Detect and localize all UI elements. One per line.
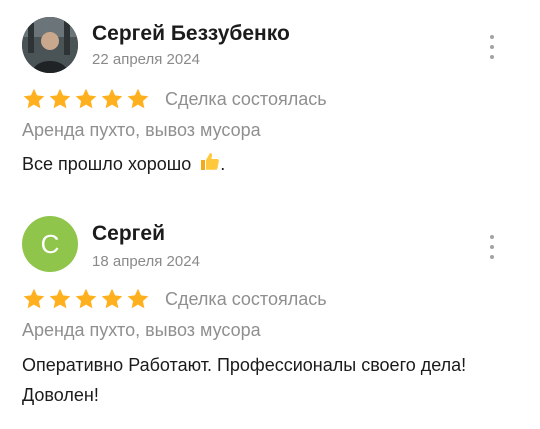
star-icon bbox=[49, 288, 71, 309]
more-options-icon[interactable] bbox=[484, 235, 500, 259]
deal-status: Сделка состоялась bbox=[165, 289, 327, 309]
review-text-body: Все прошло хорошо bbox=[22, 154, 192, 174]
review-text: Оперативно Работают. Профессионалы своег… bbox=[22, 355, 467, 405]
service-name: Аренда пухто, вывоз мусора bbox=[22, 120, 261, 140]
star-icon bbox=[23, 88, 45, 109]
review-text-end: . bbox=[220, 154, 226, 174]
review-text: Все прошло хорошо . bbox=[22, 149, 522, 181]
avatar-initial: С bbox=[40, 228, 60, 259]
author-name[interactable]: Сергей Беззубенко bbox=[92, 22, 290, 46]
rating-stars bbox=[22, 87, 150, 111]
service-name: Аренда пухто, вывоз мусора bbox=[22, 320, 261, 340]
star-icon bbox=[49, 88, 71, 109]
rating-stars bbox=[22, 287, 150, 311]
star-icon bbox=[127, 288, 149, 309]
review-date: 18 апреля 2024 bbox=[92, 253, 200, 270]
star-icon bbox=[101, 288, 123, 309]
thumbs-up-icon bbox=[198, 150, 220, 181]
avatar[interactable]: С bbox=[22, 216, 78, 272]
star-icon bbox=[127, 88, 149, 109]
avatar[interactable] bbox=[22, 17, 78, 73]
star-icon bbox=[75, 88, 97, 109]
star-icon bbox=[101, 88, 123, 109]
review-date: 22 апреля 2024 bbox=[92, 51, 200, 68]
star-icon bbox=[23, 288, 45, 309]
more-options-icon[interactable] bbox=[484, 35, 500, 59]
star-icon bbox=[75, 288, 97, 309]
author-name[interactable]: Сергей bbox=[92, 222, 165, 246]
avatar-photo bbox=[22, 17, 78, 73]
deal-status: Сделка состоялась bbox=[165, 89, 327, 109]
